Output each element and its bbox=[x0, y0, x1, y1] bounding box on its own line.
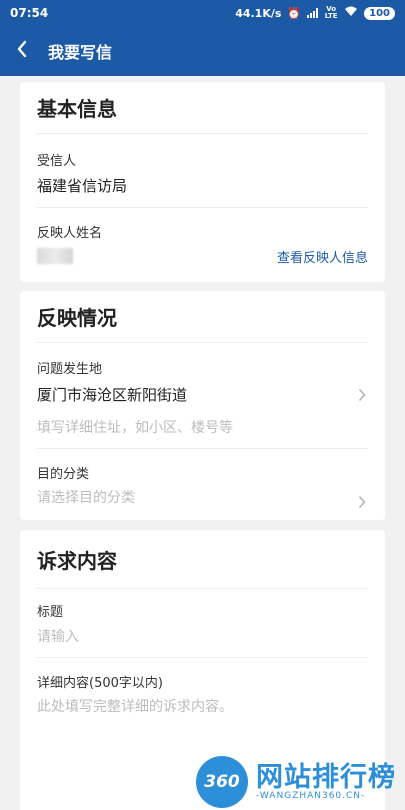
subject-input[interactable]: 请输入 bbox=[37, 626, 79, 646]
basic-info-card: 基本信息 受信人 福建省信访局 反映人姓名 查看反映人信息 bbox=[20, 82, 385, 282]
watermark-badge: 360 bbox=[196, 756, 248, 808]
recipient-value: 福建省信访局 bbox=[37, 177, 128, 195]
watermark-subtext: -WANGZHAN360.CN- bbox=[256, 791, 366, 801]
status-bar: 07:54 44.1K/s ⏰ Vo LTE 100 bbox=[0, 0, 405, 26]
situation-card: 反映情况 问题发生地 厦门市海沧区新阳街道 填写详细住址，如小区、楼号等 目的分… bbox=[20, 291, 385, 520]
reporter-label: 反映人姓名 bbox=[37, 226, 103, 241]
app-header-bar: 07:54 44.1K/s ⏰ Vo LTE 100 我要写信 bbox=[0, 0, 405, 76]
title-bar: 我要写信 bbox=[0, 26, 405, 76]
detail-textarea[interactable]: 此处填写完整详细的诉求内容。 bbox=[37, 696, 233, 716]
page-title: 我要写信 bbox=[48, 43, 113, 62]
location-value[interactable]: 厦门市海沧区新阳街道 bbox=[37, 384, 187, 405]
wifi-icon bbox=[344, 6, 358, 20]
battery-icon: 100 bbox=[364, 6, 395, 20]
reporter-name-redacted bbox=[37, 248, 73, 264]
alarm-off-icon: ⏰ bbox=[287, 6, 302, 20]
situation-title: 反映情况 bbox=[37, 291, 368, 343]
watermark-text: 网站排行榜 bbox=[256, 762, 396, 793]
volte-badge: Vo LTE bbox=[324, 5, 338, 20]
location-field[interactable]: 问题发生地 厦门市海沧区新阳街道 填写详细住址，如小区、楼号等 bbox=[37, 343, 368, 449]
view-reporter-link[interactable]: 查看反映人信息 bbox=[277, 247, 368, 266]
subject-field[interactable]: 标题 请输入 bbox=[37, 588, 368, 658]
status-time: 07:54 bbox=[10, 6, 49, 20]
reporter-field: 反映人姓名 查看反映人信息 bbox=[37, 208, 368, 280]
chevron-right-icon bbox=[356, 387, 368, 403]
subject-label: 标题 bbox=[37, 605, 64, 620]
category-label: 目的分类 bbox=[37, 467, 90, 482]
appeal-title: 诉求内容 bbox=[37, 548, 117, 573]
recipient-field: 受信人 福建省信访局 bbox=[37, 134, 368, 208]
chevron-right-icon bbox=[356, 494, 368, 510]
category-field[interactable]: 目的分类 请选择目的分类 bbox=[37, 449, 368, 519]
recipient-label: 受信人 bbox=[37, 154, 77, 169]
category-select[interactable]: 请选择目的分类 bbox=[37, 487, 135, 507]
location-label: 问题发生地 bbox=[37, 362, 103, 377]
signal-icon bbox=[307, 8, 319, 18]
detail-label: 详细内容(500字以内) bbox=[37, 676, 163, 691]
watermark-logo: 360 网站排行榜 -WANGZHAN360.CN- bbox=[196, 752, 405, 810]
back-button[interactable] bbox=[10, 39, 34, 63]
status-icons: 44.1K/s ⏰ Vo LTE 100 bbox=[235, 6, 395, 20]
net-speed: 44.1K/s bbox=[235, 6, 282, 20]
basic-info-title: 基本信息 bbox=[37, 82, 368, 134]
chevron-left-icon bbox=[16, 40, 28, 62]
address-input[interactable]: 填写详细住址，如小区、楼号等 bbox=[37, 417, 233, 437]
